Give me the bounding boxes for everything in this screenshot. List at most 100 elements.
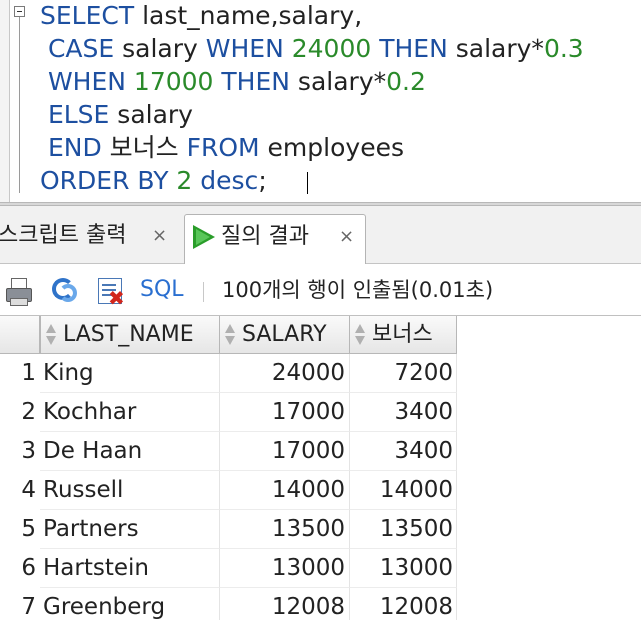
fetch-status: 100개의 행이 인출됨(0.01초) (222, 278, 494, 302)
cell-last-name[interactable]: King (40, 354, 220, 393)
sql-keyword: WHEN (205, 34, 284, 63)
sql-keyword: THEN (379, 34, 448, 63)
sql-text: salary* (447, 34, 544, 63)
column-header-label: LAST_NAME (63, 322, 194, 347)
cell-bonus[interactable]: 13000 (350, 549, 457, 588)
row-number: 2 (21, 399, 36, 425)
sql-text: salary* (289, 67, 387, 96)
sql-button[interactable]: SQL (140, 274, 184, 306)
result-toolbar: ✖ SQL 100개의 행이 인출됨(0.01초) (0, 264, 641, 316)
cell-bonus[interactable]: 13500 (350, 510, 457, 549)
sql-number: 2 (176, 166, 193, 195)
row-number: 1 (21, 360, 36, 386)
table-row[interactable]: 7 Greenberg 12008 12008 (0, 588, 641, 620)
code-line[interactable]: END 보너스 FROM employees (40, 132, 404, 164)
tab-label: 스크립트 출력 (0, 223, 127, 248)
cell-salary[interactable]: 17000 (220, 432, 350, 471)
column-header-label: SALARY (242, 322, 327, 347)
sql-text: salary (114, 34, 206, 63)
cell-last-name[interactable]: Kochhar (40, 393, 220, 432)
code-line[interactable]: ORDER BY 2 desc; (40, 165, 267, 197)
cell-salary[interactable]: 13000 (220, 549, 350, 588)
tab-label: 질의 결과 (221, 224, 309, 249)
cell-bonus[interactable]: 14000 (350, 471, 457, 510)
sql-number: 24000 (291, 34, 372, 63)
close-icon[interactable]: × (339, 215, 354, 259)
sql-text: employees (259, 133, 404, 162)
sql-keyword: FROM (186, 133, 260, 162)
sql-keyword: desc (200, 166, 259, 195)
sql-keyword: ELSE (47, 100, 110, 129)
cell-last-name[interactable]: Hartstein (40, 549, 220, 588)
table-row[interactable]: 6 Hartstein 13000 13000 (0, 549, 641, 588)
code-line[interactable]: SELECT last_name,salary, (40, 0, 362, 32)
cell-last-name[interactable]: Russell (40, 471, 220, 510)
sql-text: salary (109, 100, 193, 129)
refresh-icon[interactable] (50, 276, 80, 306)
cell-last-name[interactable]: Partners (40, 510, 220, 549)
cell-last-name[interactable]: Greenberg (40, 588, 220, 620)
cell-salary[interactable]: 24000 (220, 354, 350, 393)
row-number: 7 (21, 594, 36, 620)
column-header-last-name[interactable]: LAST_NAME (40, 316, 220, 354)
cell-bonus[interactable]: 3400 (350, 432, 457, 471)
sql-keyword: THEN (221, 67, 290, 96)
result-grid[interactable]: LAST_NAME SALARY 보너스 1 King 24000 7200 2 Koch… (0, 316, 641, 620)
cell-bonus[interactable]: 7200 (350, 354, 457, 393)
sql-keyword: CASE (47, 34, 115, 63)
sort-icon (45, 324, 57, 346)
table-row[interactable]: 2 Kochhar 17000 3400 (0, 393, 641, 432)
close-icon[interactable]: × (152, 214, 167, 258)
code-line[interactable]: ELSE salary (40, 99, 193, 131)
sort-icon (224, 324, 236, 346)
sql-number: 17000 (133, 67, 214, 96)
result-tabbar: 스크립트 출력 × 질의 결과 × (0, 206, 641, 264)
code-line[interactable]: WHEN 17000 THEN salary*0.2 (40, 66, 426, 98)
row-number: 3 (21, 438, 36, 464)
collapse-icon[interactable] (14, 6, 25, 17)
table-row[interactable]: 1 King 24000 7200 (0, 354, 641, 393)
table-row[interactable]: 3 De Haan 17000 3400 (0, 432, 641, 471)
cell-salary[interactable]: 13500 (220, 510, 350, 549)
tab-query-result[interactable]: 질의 결과 × (184, 214, 366, 264)
code-line[interactable]: CASE salary WHEN 24000 THEN salary*0.3 (40, 33, 584, 65)
sql-text: 보너스 (101, 133, 187, 162)
editor-gutter (0, 0, 10, 202)
row-number: 6 (21, 555, 36, 581)
column-header-bonus[interactable]: 보너스 (350, 316, 457, 354)
sql-keyword: END (47, 133, 102, 162)
row-number-header (0, 316, 40, 354)
tab-script-output[interactable]: 스크립트 출력 × (0, 214, 182, 264)
fold-guide (19, 17, 20, 193)
cell-salary[interactable]: 12008 (220, 588, 350, 620)
text-cursor (307, 172, 308, 194)
print-icon[interactable] (4, 276, 34, 306)
run-icon (193, 225, 215, 249)
cell-salary[interactable]: 14000 (220, 471, 350, 510)
sql-text: ; (258, 166, 267, 195)
sort-icon (354, 324, 366, 346)
row-number: 4 (21, 477, 36, 503)
column-header-salary[interactable]: SALARY (220, 316, 350, 354)
cell-salary[interactable]: 17000 (220, 393, 350, 432)
cell-last-name[interactable]: De Haan (40, 432, 220, 471)
table-row[interactable]: 4 Russell 14000 14000 (0, 471, 641, 510)
column-header-label: 보너스 (372, 322, 433, 347)
clear-grid-icon[interactable]: ✖ (96, 276, 126, 308)
sql-text: last_name,salary, (134, 1, 363, 30)
cell-bonus[interactable]: 3400 (350, 393, 457, 432)
sql-number: 0.3 (543, 34, 584, 63)
sql-number: 0.2 (386, 67, 426, 96)
sql-keyword: SELECT (40, 1, 135, 30)
row-number: 5 (21, 516, 36, 542)
sql-editor[interactable]: SELECT last_name,salary, CASE salary WHE… (0, 0, 641, 202)
table-row[interactable]: 5 Partners 13500 13500 (0, 510, 641, 549)
cell-bonus[interactable]: 12008 (350, 588, 457, 620)
toolbar-separator (203, 282, 204, 302)
